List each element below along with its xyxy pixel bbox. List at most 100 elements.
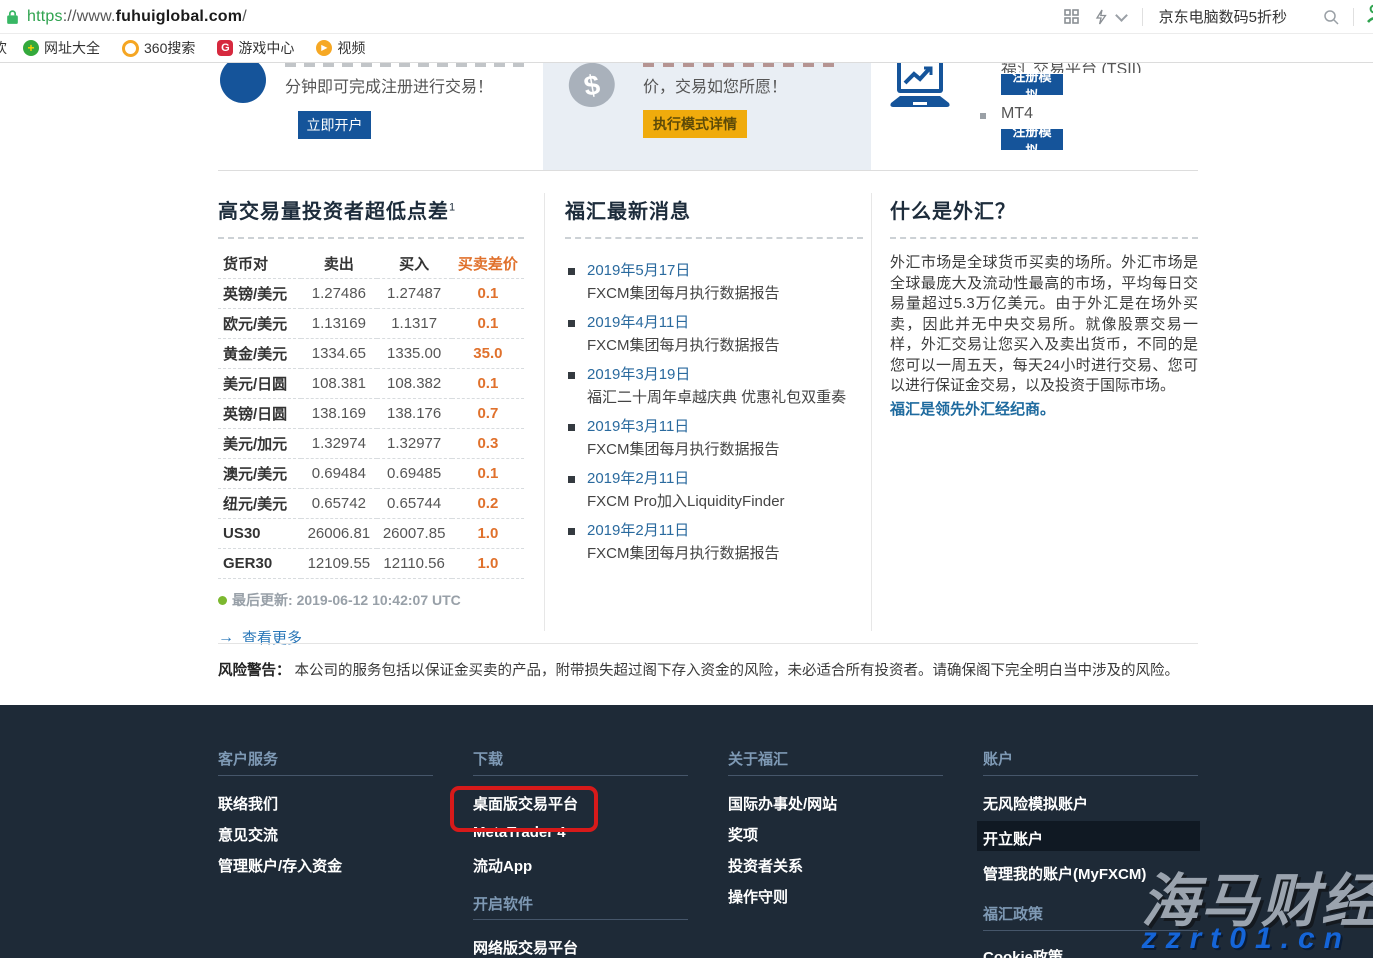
news-item: 2019年3月11日 FXCM集团每月执行数据报告 — [565, 417, 863, 460]
promo-card-open-account: 分钟即可完成注册进行交易！ 立即开户 — [218, 63, 543, 170]
apps-grid-icon[interactable] — [1064, 9, 1079, 24]
divider — [218, 775, 433, 776]
column-divider — [544, 193, 545, 631]
footer-link-myfxcm[interactable]: 管理我的账户(MyFXCM) — [983, 863, 1146, 884]
footer-link-open-account[interactable]: 开立账户 — [983, 828, 1043, 849]
promo-text: 分钟即可完成注册进行交易！ — [285, 73, 493, 97]
footnote-marker: 1 — [449, 201, 456, 213]
news-date-link[interactable]: 2019年5月17日 — [587, 261, 780, 281]
execution-details-button[interactable]: 执行模式详情 — [643, 110, 747, 138]
list-bullet — [568, 476, 575, 483]
list-bullet — [568, 424, 575, 431]
spreads-title: 高交易量投资者超低点差1 — [218, 195, 524, 239]
divider — [728, 775, 943, 776]
clock-badge-icon — [220, 63, 266, 103]
footer-subheading: 福汇政策 — [983, 903, 1043, 924]
table-row: 美元/日圆108.381108.3820.1 — [218, 369, 524, 399]
footer-link-cookie-policy[interactable]: Cookie政策 — [983, 946, 1063, 958]
news-date-link[interactable]: 2019年3月19日 — [587, 365, 846, 385]
footer-link-web-platform[interactable]: 网络版交易平台 — [473, 937, 578, 958]
money-bag-icon: $ — [554, 63, 629, 119]
footer-heading: 关于福汇 — [728, 748, 788, 769]
table-row: US3026006.8126007.851.0 — [218, 519, 524, 549]
clipped-text-remnant — [285, 63, 525, 67]
forex-broker-link[interactable]: 福汇是领先外汇经纪商。 — [890, 398, 1198, 419]
forex-section: 什么是外汇？ 外汇市场是全球货币买卖的场所。外汇市场是全球最庞大及流动性最高的市… — [890, 195, 1198, 419]
spreads-section: 高交易量投资者超低点差1 货币对 卖出 买入 买卖差价 英镑/美元1.27486… — [218, 195, 524, 648]
table-row: GER3012109.5512110.561.0 — [218, 549, 524, 579]
forex-paragraph: 外汇市场是全球货币买卖的场所。外汇市场是全球最庞大及流动性最高的市场，平均每日交… — [890, 253, 1198, 397]
news-text: FXCM集团每月执行数据报告 — [587, 284, 780, 304]
table-row: 欧元/美元1.131691.13170.1 — [218, 309, 524, 339]
footer-link-offices[interactable]: 国际办事处/网站 — [728, 793, 837, 814]
bookmark-label: 360搜索 — [144, 38, 195, 58]
bookmark-game-center[interactable]: G 游戏中心 — [217, 38, 294, 58]
news-date-link[interactable]: 2019年2月11日 — [587, 521, 780, 541]
search-suggestion-text[interactable]: 京东电脑数码5折秒 — [1159, 6, 1287, 27]
divider — [1142, 8, 1143, 26]
footer-link-metatrader4[interactable]: MetaTrader 4 — [473, 824, 566, 841]
news-date-link[interactable]: 2019年3月11日 — [587, 417, 780, 437]
news-text: FXCM集团每月执行数据报告 — [587, 440, 780, 460]
list-bullet — [568, 320, 575, 327]
bookmark-label: 视频 — [337, 38, 365, 58]
news-text: FXCM集团每月执行数据报告 — [587, 336, 780, 356]
table-row: 英镑/日圆138.169138.1760.7 — [218, 399, 524, 429]
footer-link-manage-deposit[interactable]: 管理账户/存入资金 — [218, 855, 342, 876]
search-icon[interactable] — [1323, 9, 1339, 25]
lock-icon — [6, 9, 19, 25]
nav-site-icon: + — [23, 40, 39, 56]
footer-link-awards[interactable]: 奖项 — [728, 824, 758, 845]
news-text: FXCM Pro加入LiquidityFinder — [587, 492, 785, 512]
news-title: 福汇最新消息 — [565, 195, 863, 239]
promo-text: 价，交易如您所愿！ — [643, 73, 787, 97]
divider — [473, 919, 688, 920]
footer-link-mobile-app[interactable]: 流动App — [473, 855, 532, 876]
list-bullet — [568, 528, 575, 535]
footer-col-about: 关于福汇 国际办事处/网站 奖项 投资者关系 操作守则 — [728, 705, 943, 958]
list-bullet — [568, 268, 575, 275]
login-user-icon[interactable] — [1366, 4, 1373, 29]
footer-heading: 客户服务 — [218, 748, 278, 769]
bookmark-label: 网址大全 — [44, 38, 100, 58]
news-date-link[interactable]: 2019年2月11日 — [587, 469, 785, 489]
footer-link-feedback[interactable]: 意见交流 — [218, 824, 278, 845]
col-header-sell: 卖出 — [301, 249, 376, 279]
column-divider — [871, 193, 872, 631]
news-item: 2019年2月11日FXCM集团每月执行数据报告 — [565, 521, 863, 564]
bookmark-360search[interactable]: 360搜索 — [122, 38, 195, 58]
bookmarks-bar: 欢 + 网址大全 360搜索 G 游戏中心 ▶ 视频 — [0, 34, 1373, 63]
register-demo-button-mt4[interactable]: 注册模拟 — [1001, 129, 1063, 150]
last-updated: 最后更新: 2019-06-12 10:42:07 UTC — [218, 590, 524, 610]
browser-window: https://www.fuhuiglobal.com/ 京东电脑数码5折秒 欢… — [0, 0, 1373, 958]
address-text[interactable]: https://www.fuhuiglobal.com/ — [27, 8, 247, 26]
list-bullet — [980, 113, 986, 119]
bookmark-wangzhidaquan[interactable]: + 网址大全 — [23, 38, 100, 58]
footer-heading: 下载 — [473, 748, 503, 769]
col-header-pair: 货币对 — [218, 249, 301, 279]
spreads-table: 货币对 卖出 买入 买卖差价 英镑/美元1.274861.274870.1 欧元… — [218, 249, 524, 579]
clipped-text-remnant — [643, 63, 843, 67]
see-more-link[interactable]: → 查看更多 — [218, 627, 524, 648]
footer-heading: 账户 — [983, 748, 1013, 769]
news-item: 2019年3月19日福汇二十周年卓越庆典 优惠礼包双重奏 — [565, 365, 863, 408]
footer-col-downloads: 下载 桌面版交易平台 MetaTrader 4 流动App 开启软件 网络版交易… — [473, 705, 688, 958]
speed-mode-icon[interactable] — [1095, 9, 1107, 25]
chevron-down-icon[interactable] — [1115, 9, 1128, 22]
divider — [983, 775, 1198, 776]
table-header-row: 货币对 卖出 买入 买卖差价 — [218, 249, 524, 279]
footer-link-desktop-platform[interactable]: 桌面版交易平台 — [473, 793, 578, 814]
open-account-button[interactable]: 立即开户 — [298, 111, 371, 139]
news-date-link[interactable]: 2019年4月11日 — [587, 313, 780, 333]
footer-link-contact[interactable]: 联络我们 — [218, 793, 278, 814]
footer-link-demo-account[interactable]: 无风险模拟账户 — [983, 793, 1088, 814]
footer-link-code-of-conduct[interactable]: 操作守则 — [728, 886, 788, 907]
news-item: 2019年2月11日 FXCM Pro加入LiquidityFinder — [565, 469, 863, 512]
bookmark-partial[interactable]: 欢 — [0, 38, 7, 58]
divider — [1353, 8, 1354, 26]
register-demo-button[interactable]: 注册模拟 — [1001, 74, 1063, 95]
footer-link-investor-relations[interactable]: 投资者关系 — [728, 855, 803, 876]
bookmark-video[interactable]: ▶ 视频 — [316, 38, 365, 58]
video-icon: ▶ — [316, 40, 332, 56]
risk-warning: 风险警告： 本公司的服务包括以保证金买卖的产品，附带损失超过阁下存入资金的风险，… — [218, 659, 1198, 680]
